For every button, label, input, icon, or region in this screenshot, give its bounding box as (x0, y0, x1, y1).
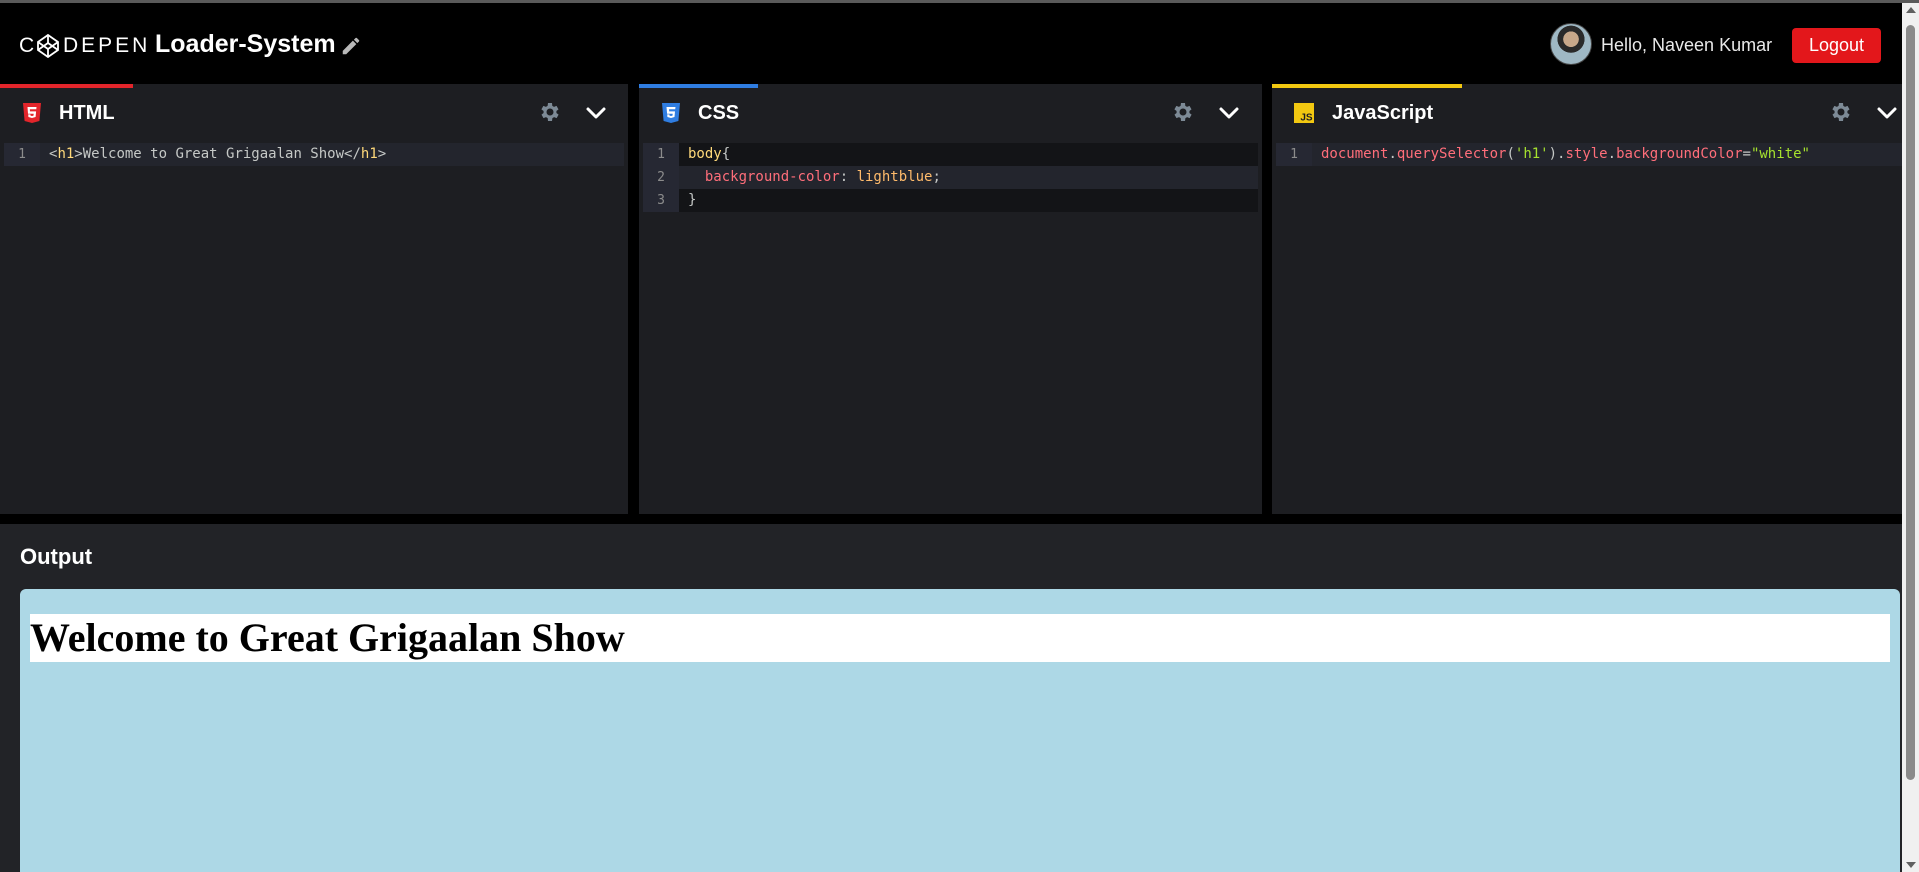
css-editor-panel: CSS 1 body{ 2 background-color: lightblu… (639, 84, 1262, 514)
html-panel-title: HTML (59, 102, 115, 124)
css-collapse-chevron-down-icon[interactable] (1217, 101, 1241, 125)
scroll-up-arrow-icon[interactable] (1906, 7, 1916, 13)
output-preview-frame[interactable]: Welcome to Great Grigaalan Show (20, 589, 1900, 872)
code-line[interactable]: 1 body{ (643, 143, 1258, 166)
js-panel-header: JS JavaScript (1272, 84, 1902, 139)
html-panel-header: HTML (0, 84, 628, 139)
project-title: Loader-System (155, 30, 336, 58)
js-code-editor[interactable]: 1 document.querySelector('h1').style.bac… (1272, 139, 1902, 514)
app-header: C DEPEN Loader-System Hello, Naveen Kuma… (0, 3, 1900, 84)
panel-splitter[interactable] (1262, 84, 1272, 514)
code-line[interactable]: 1 document.querySelector('h1').style.bac… (1276, 143, 1902, 166)
svg-text:DEPEN: DEPEN (63, 34, 150, 57)
line-number: 1 (643, 143, 679, 166)
js-panel-accent (1272, 84, 1462, 88)
panel-splitter[interactable] (628, 84, 639, 514)
output-divider[interactable] (0, 514, 1902, 524)
user-avatar[interactable] (1550, 23, 1592, 65)
page-scrollbar[interactable] (1902, 3, 1919, 872)
code-text[interactable]: body{ (679, 143, 730, 166)
line-number: 1 (4, 143, 40, 166)
html-editor-panel: HTML 1 <h1>Welcome to Great Grigaalan Sh… (0, 84, 628, 514)
js-panel-title: JavaScript (1332, 102, 1434, 124)
html5-icon (23, 103, 41, 123)
logout-button[interactable]: Logout (1792, 28, 1881, 63)
pencil-icon[interactable] (340, 35, 362, 57)
javascript-icon: JS (1294, 103, 1314, 123)
code-line[interactable]: 3 } (643, 189, 1258, 212)
js-settings-gear-icon[interactable] (1829, 100, 1853, 124)
html-code-editor[interactable]: 1 <h1>Welcome to Great Grigaalan Show</h… (0, 139, 628, 514)
css3-icon (662, 103, 680, 123)
output-label: Output (20, 544, 93, 569)
code-text[interactable]: background-color: lightblue; (679, 166, 941, 189)
js-collapse-chevron-down-icon[interactable] (1875, 101, 1899, 125)
css-panel-title: CSS (698, 102, 740, 124)
line-number: 1 (1276, 143, 1312, 166)
code-text[interactable]: document.querySelector('h1').style.backg… (1312, 143, 1810, 166)
js-editor-panel: JS JavaScript 1 document.querySelector('… (1272, 84, 1902, 514)
css-code-editor[interactable]: 1 body{ 2 background-color: lightblue; 3… (639, 139, 1262, 514)
css-panel-header: CSS (639, 84, 1262, 139)
svg-text:C: C (19, 34, 37, 57)
line-number: 3 (643, 189, 679, 212)
output-section: Output Welcome to Great Grigaalan Show (0, 524, 1902, 872)
code-text[interactable]: <h1>Welcome to Great Grigaalan Show</h1> (40, 143, 386, 166)
user-greeting: Hello, Naveen Kumar (1601, 35, 1773, 55)
html-collapse-chevron-down-icon[interactable] (584, 101, 608, 125)
css-panel-accent (639, 84, 758, 88)
svg-text:JS: JS (1300, 112, 1313, 123)
output-heading: Welcome to Great Grigaalan Show (30, 614, 1890, 662)
code-line[interactable]: 1 <h1>Welcome to Great Grigaalan Show</h… (4, 143, 624, 166)
code-text[interactable]: } (679, 189, 696, 212)
code-line[interactable]: 2 background-color: lightblue; (643, 166, 1258, 189)
html-panel-accent (0, 84, 133, 88)
css-settings-gear-icon[interactable] (1171, 100, 1195, 124)
html-settings-gear-icon[interactable] (538, 100, 562, 124)
scroll-down-arrow-icon[interactable] (1906, 862, 1916, 868)
line-number: 2 (643, 166, 679, 189)
scrollbar-thumb[interactable] (1906, 25, 1915, 780)
